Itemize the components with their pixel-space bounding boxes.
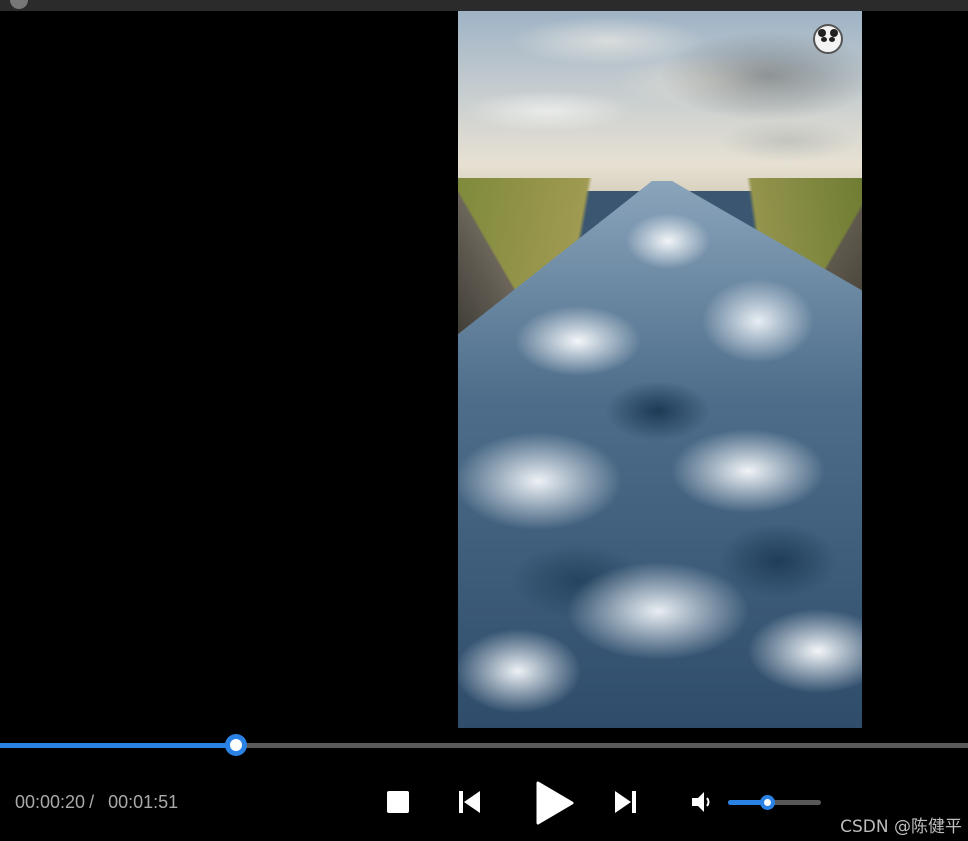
time-separator: / (89, 792, 95, 812)
previous-button[interactable] (457, 790, 483, 814)
seek-bar-played (0, 743, 237, 748)
seek-bar-handle[interactable] (225, 734, 248, 756)
video-display[interactable] (458, 11, 862, 728)
skip-previous-icon (459, 791, 480, 813)
window-control-icon[interactable] (10, 0, 28, 9)
video-player: 00:00:20/ 00:01:51 CSDN @陈健平 (0, 0, 968, 841)
skip-next-icon (615, 791, 636, 813)
stop-icon (387, 791, 409, 813)
next-button[interactable] (612, 790, 638, 814)
video-sky (458, 11, 862, 191)
credit-watermark: CSDN @陈健平 (840, 817, 962, 837)
volume-slider[interactable] (728, 795, 821, 810)
volume-icon (692, 792, 710, 812)
play-button[interactable] (534, 781, 574, 825)
current-time: 00:00:20 (15, 792, 86, 812)
window-top-strip (0, 0, 968, 11)
total-time: 00:01:51 (108, 792, 179, 812)
play-icon (536, 781, 574, 825)
seek-bar[interactable] (0, 734, 968, 756)
volume-button[interactable] (691, 791, 715, 813)
stop-button[interactable] (387, 791, 409, 813)
panda-logo-icon (813, 24, 843, 54)
volume-handle[interactable] (760, 795, 776, 810)
time-display: 00:00:20/ 00:01:51 (15, 792, 178, 813)
